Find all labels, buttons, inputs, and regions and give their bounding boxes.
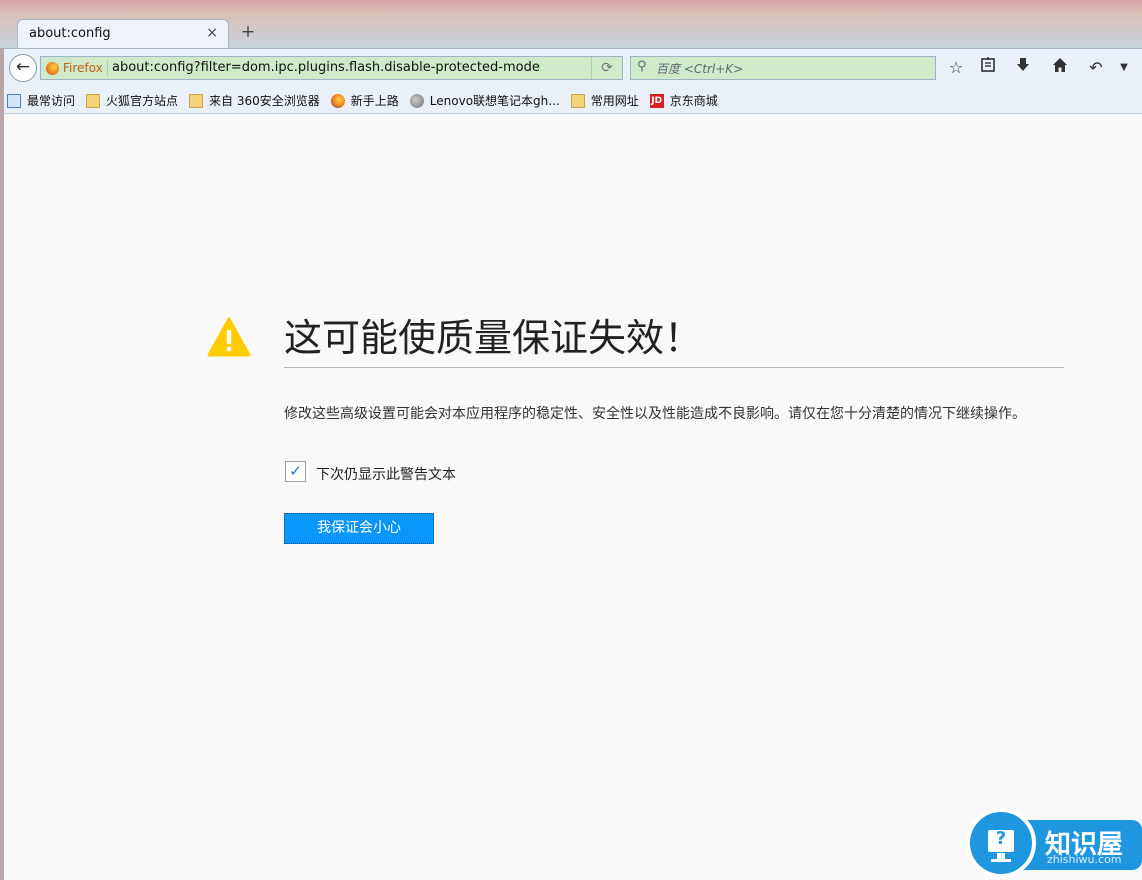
bookmark-item[interactable]: 来自 360安全浏览器 bbox=[189, 92, 320, 109]
page-title: 这可能使质量保证失效！ bbox=[284, 316, 703, 360]
bookmark-label: 最常访问 bbox=[27, 94, 76, 108]
reload-icon[interactable]: ⟳ bbox=[591, 57, 622, 79]
url-separator bbox=[107, 60, 108, 76]
help-monitor-icon: ? bbox=[966, 808, 1036, 878]
bookmark-star-icon[interactable]: ☆ bbox=[945, 57, 967, 79]
url-text[interactable]: about:config?filter=dom.ipc.plugins.flas… bbox=[112, 60, 540, 75]
navigation-toolbar: ← Firefox about:config?filter=dom.ipc.pl… bbox=[4, 48, 1142, 88]
bookmark-item[interactable]: 常用网址 bbox=[570, 92, 639, 109]
back-button[interactable]: ← bbox=[9, 54, 37, 82]
home-icon[interactable] bbox=[1049, 57, 1071, 79]
search-placeholder[interactable]: 百度 <Ctrl+K> bbox=[656, 60, 743, 77]
firefox-icon bbox=[330, 93, 345, 108]
folder-icon bbox=[570, 93, 585, 108]
downloads-icon[interactable] bbox=[1012, 57, 1034, 79]
show-warning-checkbox[interactable]: ✓ bbox=[285, 461, 306, 482]
new-tab-button[interactable]: + bbox=[239, 22, 257, 42]
checkbox-label[interactable]: 下次仍显示此警告文本 bbox=[316, 464, 456, 484]
bookmark-item[interactable]: Lenovo联想笔记本gh... bbox=[409, 92, 560, 109]
bookmark-label: 来自 360安全浏览器 bbox=[209, 94, 320, 108]
bookmark-label: 常用网址 bbox=[590, 94, 639, 108]
bookmark-item[interactable]: 新手上路 bbox=[330, 92, 399, 109]
bookmark-item[interactable]: 最常访问 bbox=[7, 92, 75, 109]
watermark-logo: ? 知识屋 zhishiwu.com bbox=[965, 808, 1142, 880]
warning-description: 修改这些高级设置可能会对本应用程序的稳定性、安全性以及性能造成不良影响。请仅在您… bbox=[284, 406, 1026, 422]
page-content: 这可能使质量保证失效！ 修改这些高级设置可能会对本应用程序的稳定性、安全性以及性… bbox=[4, 114, 1142, 880]
search-bar[interactable]: ⚲ 百度 <Ctrl+K> bbox=[630, 56, 936, 80]
identity-label: Firefox bbox=[63, 61, 103, 75]
bookmarks-menu-icon[interactable] bbox=[977, 57, 999, 79]
watermark-domain: zhishiwu.com bbox=[1047, 853, 1122, 866]
url-bar[interactable]: Firefox about:config?filter=dom.ipc.plug… bbox=[40, 56, 623, 80]
close-tab-icon[interactable]: × bbox=[206, 25, 218, 41]
bookmark-item[interactable]: 火狐官方站点 bbox=[86, 92, 178, 109]
bookmark-label: 火狐官方站点 bbox=[106, 94, 179, 108]
warning-icon bbox=[207, 317, 251, 357]
accept-risk-button[interactable]: 我保证会小心 bbox=[284, 513, 434, 544]
bookmark-label: 京东商城 bbox=[669, 94, 718, 108]
divider bbox=[284, 367, 1064, 368]
firefox-icon bbox=[46, 61, 59, 75]
tab-about-config[interactable]: about:config × bbox=[17, 19, 229, 49]
menu-dropdown-icon[interactable]: ▼ bbox=[1113, 57, 1135, 79]
tab-title: about:config bbox=[29, 26, 111, 41]
folder-icon bbox=[86, 93, 101, 108]
bookmark-item[interactable]: JD 京东商城 bbox=[649, 92, 718, 109]
bookmark-label: 新手上路 bbox=[350, 94, 399, 108]
globe-icon bbox=[409, 93, 424, 108]
search-icon: ⚲ bbox=[637, 59, 647, 74]
identity-box[interactable]: Firefox bbox=[46, 60, 103, 76]
bookmarks-toolbar: 最常访问 火狐官方站点 来自 360安全浏览器 新手上路 Lenovo联想笔记本… bbox=[4, 88, 1142, 114]
bookmark-label: Lenovo联想笔记本gh... bbox=[429, 94, 560, 108]
recent-icon bbox=[7, 93, 21, 108]
jd-icon: JD bbox=[649, 93, 664, 108]
undo-icon[interactable]: ↶ bbox=[1085, 57, 1107, 79]
folder-icon bbox=[189, 93, 204, 108]
